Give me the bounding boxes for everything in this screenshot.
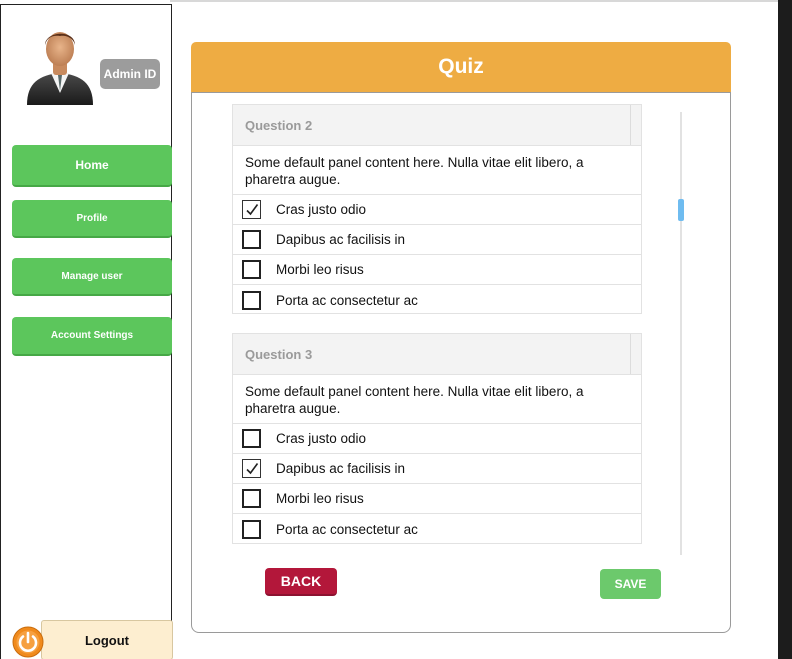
option-row[interactable]: Dapibus ac facilisis in bbox=[233, 454, 641, 484]
nav-home-button[interactable]: Home bbox=[12, 145, 172, 187]
power-icon[interactable] bbox=[12, 626, 44, 658]
quiz-title: Quiz bbox=[191, 42, 731, 92]
scrollbar-track[interactable] bbox=[680, 112, 682, 555]
sidebar: Admin ID Home Profile Manage user Accoun… bbox=[0, 4, 173, 659]
window-top-edge bbox=[170, 0, 780, 2]
option-label: Porta ac consectetur ac bbox=[276, 292, 418, 308]
option-label: Morbi leo risus bbox=[276, 262, 364, 277]
question-panel: Question 2 Some default panel content he… bbox=[232, 104, 642, 314]
checkbox-icon[interactable] bbox=[242, 519, 261, 539]
window-right-edge bbox=[778, 0, 792, 659]
option-label: Cras justo odio bbox=[276, 431, 367, 446]
header-divider bbox=[630, 105, 631, 145]
option-label: Cras justo odio bbox=[276, 202, 367, 217]
question-header: Question 3 bbox=[233, 334, 641, 375]
option-row[interactable]: Porta ac consectetur ac bbox=[233, 285, 641, 315]
question-panel: Question 3 Some default panel content he… bbox=[232, 333, 642, 544]
option-label: Porta ac consectetur ac bbox=[276, 521, 418, 537]
user-avatar-icon bbox=[27, 32, 93, 105]
option-row[interactable]: Morbi leo risus bbox=[233, 255, 641, 285]
checkbox-icon[interactable] bbox=[242, 290, 261, 310]
option-row[interactable]: Porta ac consectetur ac bbox=[233, 514, 641, 544]
option-row[interactable]: Cras justo odio bbox=[233, 195, 641, 225]
scrollbar-thumb[interactable] bbox=[678, 199, 684, 221]
option-label: Morbi leo risus bbox=[276, 491, 364, 506]
option-label: Dapibus ac facilisis in bbox=[276, 232, 406, 247]
nav-profile-button[interactable]: Profile bbox=[12, 200, 172, 238]
option-list: Cras justo odio Dapibus ac facilisis in Mo… bbox=[233, 195, 641, 315]
checkbox-checked-icon[interactable] bbox=[242, 200, 261, 219]
checkbox-icon[interactable] bbox=[242, 429, 261, 448]
header-divider bbox=[630, 334, 631, 374]
question-body: Some default panel content here. Nulla v… bbox=[233, 146, 641, 195]
option-row[interactable]: Dapibus ac facilisis in bbox=[233, 225, 641, 255]
question-title: Question 2 bbox=[245, 117, 313, 133]
checkbox-icon[interactable] bbox=[242, 230, 261, 249]
option-row[interactable]: Morbi leo risus bbox=[233, 484, 641, 514]
question-header: Question 2 bbox=[233, 105, 641, 146]
nav-account-settings-button[interactable]: Account Settings bbox=[12, 317, 172, 356]
checkbox-icon[interactable] bbox=[242, 489, 261, 508]
option-list: Cras justo odio Dapibus ac facilisis in Mo… bbox=[233, 424, 641, 544]
checkbox-icon[interactable] bbox=[242, 260, 261, 279]
question-body: Some default panel content here. Nulla v… bbox=[233, 375, 641, 424]
option-row[interactable]: Cras justo odio bbox=[233, 424, 641, 454]
back-button[interactable]: BACK bbox=[265, 568, 337, 596]
save-button[interactable]: SAVE bbox=[600, 569, 661, 599]
option-label: Dapibus ac facilisis in bbox=[276, 461, 406, 476]
nav-manage-user-button[interactable]: Manage user bbox=[12, 258, 172, 296]
question-title: Question 3 bbox=[245, 346, 313, 362]
checkbox-checked-icon[interactable] bbox=[242, 459, 261, 478]
admin-id-badge: Admin ID bbox=[100, 59, 160, 89]
logout-button[interactable]: Logout bbox=[41, 620, 173, 659]
